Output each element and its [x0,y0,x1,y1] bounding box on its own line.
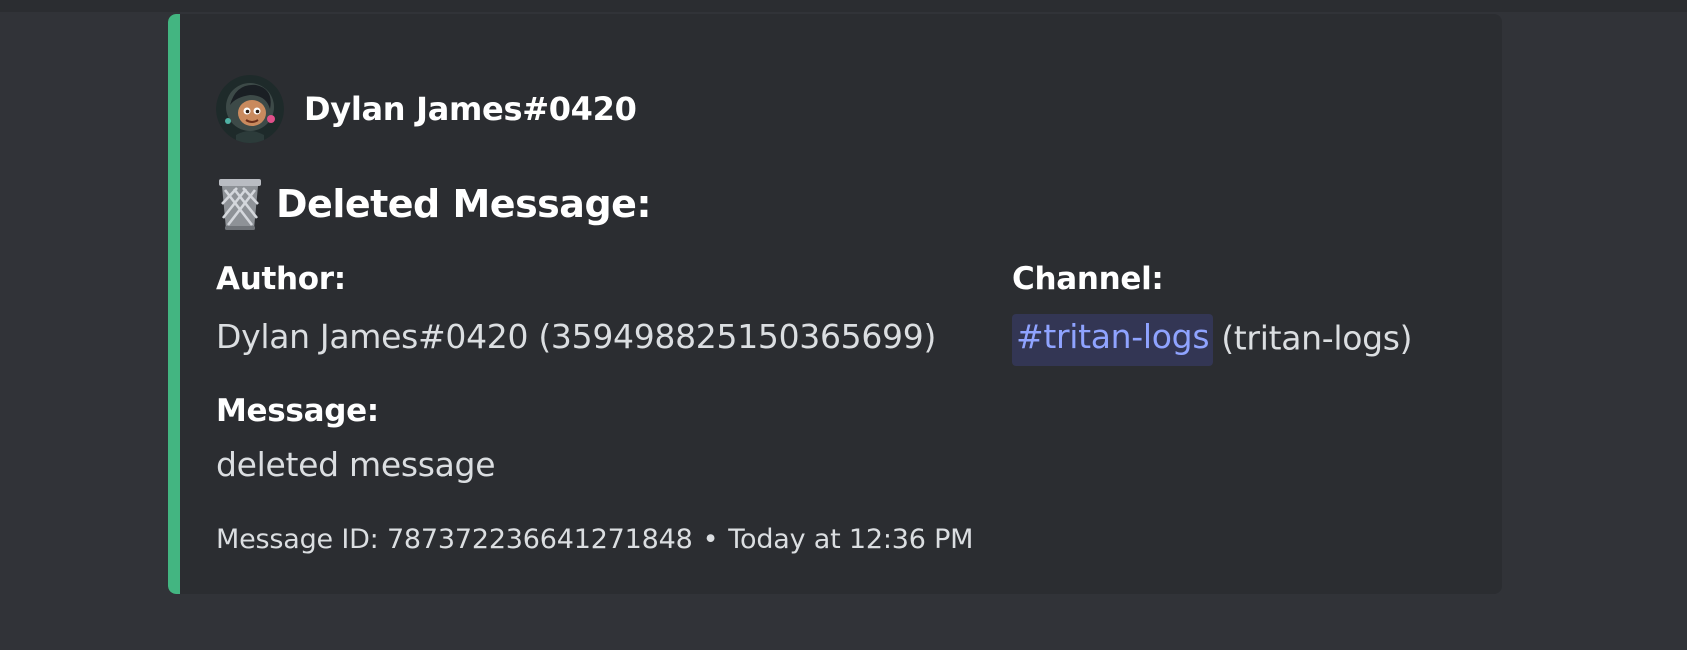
embed-title: Deleted Message: [216,174,652,234]
field-author-name: Author: [216,261,346,297]
field-message-name: Message: [216,393,379,429]
embed-author: Dylan James#0420 [216,74,637,144]
embed-author-name[interactable]: Dylan James#0420 [304,90,637,128]
wastebasket-icon [219,179,261,230]
field-message-value: deleted message [216,445,496,484]
field-message: Message: deleted message [216,390,496,488]
field-channel-value: (tritan-logs) [1221,318,1413,358]
field-channel: Channel: #tritan-logs (tritan-logs) [1012,258,1413,366]
field-author-value: Dylan James#0420 (359498825150365699) [216,317,937,356]
channel-mention-link[interactable]: #tritan-logs [1012,314,1214,366]
avatar[interactable] [216,75,284,143]
log-embed: Dylan James#0420 Deleted Message: Author… [168,14,1502,594]
embed-title-text: Deleted Message: [276,182,652,226]
top-strip [0,0,1687,12]
footer-message-id: Message ID: 787372236641271848 [216,524,693,555]
avatar-cartoon-icon [216,75,284,143]
footer-timestamp[interactable]: Today at 12:36 PM [728,524,973,555]
field-channel-name: Channel: [1012,261,1164,297]
field-channel-value-row: #tritan-logs (tritan-logs) [1012,314,1413,366]
footer-separator: • [702,524,719,555]
field-author: Author: Dylan James#0420 (35949882515036… [216,258,936,360]
embed-footer: Message ID: 787372236641271848 • Today at … [216,522,973,558]
embed-accent-bar [168,14,180,594]
